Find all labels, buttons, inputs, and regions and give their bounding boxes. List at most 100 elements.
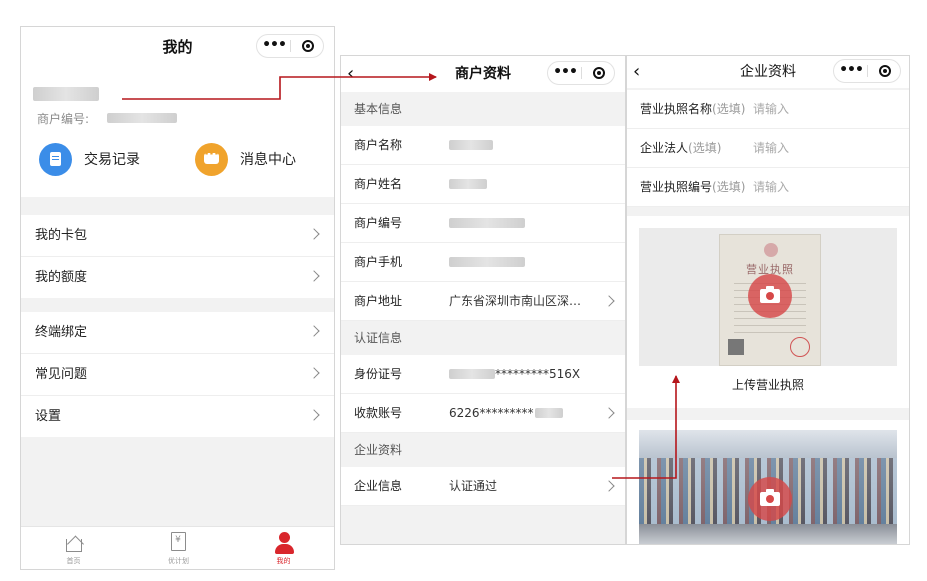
quick-action-messages[interactable]: 消息中心 [195, 141, 296, 177]
field-label: 营业执照编号(选填) [640, 180, 746, 194]
menu-group-settings: 终端绑定 常见问题 设置 [21, 312, 334, 437]
menu-item-label: 我的额度 [35, 270, 88, 285]
menu-item-terminal-binding[interactable]: 终端绑定 [21, 312, 334, 354]
mini-program-capsule[interactable]: ••• [833, 59, 901, 83]
menu-item-faq[interactable]: 常见问题 [21, 354, 334, 396]
row-key: 商户地址 [354, 294, 403, 308]
section-verification: 认证信息 [341, 321, 625, 355]
screen-company-info: ‹ 企业资料 ••• 营业执照名称(选填) 请输入 企业法人(选填) 请输入 营… [626, 55, 910, 545]
field-legal-person[interactable]: 企业法人(选填) 请输入 [627, 129, 909, 168]
upload-storefront-area[interactable] [639, 430, 897, 544]
navbar: 我的 ••• [21, 27, 334, 67]
upload-storefront-card [627, 420, 909, 544]
menu-item-settings[interactable]: 设置 [21, 396, 334, 437]
quick-action-label: 消息中心 [240, 152, 296, 168]
tab-bar: 首页 ¥ 优计划 我的 [21, 526, 334, 569]
more-icon[interactable]: ••• [257, 35, 291, 57]
row-key: 身份证号 [354, 367, 403, 381]
storefront-photo-ceiling [639, 430, 897, 458]
person-icon [273, 532, 295, 554]
camera-icon[interactable] [748, 477, 792, 521]
row-company-info[interactable]: 企业信息 认证通过 [341, 467, 625, 506]
row-key: 商户名称 [354, 138, 403, 152]
row-merchant-address[interactable]: 商户地址 广东省深圳市南山区深… [341, 282, 625, 321]
tab-label: 我的 [276, 557, 291, 565]
value-redacted [449, 218, 525, 228]
row-key: 收款账号 [354, 406, 403, 420]
row-receiving-account[interactable]: 收款账号 6226********* [341, 394, 625, 433]
close-target-icon[interactable] [879, 65, 891, 77]
merchant-no-redacted [107, 113, 177, 123]
field-license-name[interactable]: 营业执照名称(选填) 请输入 [627, 90, 909, 129]
close-target-icon[interactable] [302, 40, 314, 52]
menu-group-wallet: 我的卡包 我的额度 [21, 215, 334, 298]
upload-license-label: 上传营业执照 [731, 378, 804, 392]
license-name-input[interactable]: 请输入 [753, 90, 789, 128]
tab-mine[interactable]: 我的 [231, 527, 334, 569]
tab-plan[interactable]: ¥ 优计划 [126, 527, 231, 569]
tab-home[interactable]: 首页 [21, 527, 126, 569]
field-license-number[interactable]: 营业执照编号(选填) 请输入 [627, 168, 909, 207]
section-company: 企业资料 [341, 433, 625, 467]
home-icon [63, 532, 85, 554]
merchant-no-label: 商户编号: [37, 112, 90, 126]
quick-action-transactions[interactable]: 交易记录 [39, 141, 140, 177]
menu-item-label: 设置 [35, 409, 62, 424]
row-value: *********516X [495, 367, 581, 381]
value-redacted [449, 369, 495, 379]
chevron-right-icon [308, 270, 320, 282]
tab-label: 优计划 [168, 557, 189, 565]
more-icon[interactable]: ••• [834, 60, 868, 82]
tab-label: 首页 [66, 557, 81, 565]
chevron-right-icon [308, 409, 320, 421]
close-target-icon[interactable] [593, 67, 605, 79]
row-key: 商户手机 [354, 255, 403, 269]
menu-item-credit-limit[interactable]: 我的额度 [21, 257, 334, 298]
divider [581, 67, 582, 79]
legal-person-input[interactable]: 请输入 [753, 129, 789, 167]
camera-icon[interactable] [748, 274, 792, 318]
license-number-input[interactable]: 请输入 [753, 168, 789, 206]
merchant-info-list: 基本信息 商户名称 商户姓名 商户编号 商户手机 商户地址 广东省深圳市南山区深… [341, 92, 625, 506]
value-redacted [449, 179, 487, 189]
row-value: 6226********* [449, 406, 534, 420]
row-key: 商户姓名 [354, 177, 403, 191]
value-redacted [535, 408, 563, 418]
row-merchant-name: 商户名称 [341, 126, 625, 165]
quick-action-label: 交易记录 [84, 152, 140, 168]
mini-program-capsule[interactable]: ••• [256, 34, 324, 58]
chevron-right-icon [308, 228, 320, 240]
navbar: ‹ 商户资料 ••• [341, 56, 625, 92]
qr-code-icon [728, 339, 744, 355]
row-merchant-no: 商户编号 [341, 204, 625, 243]
emblem-icon [764, 243, 778, 257]
chevron-right-icon [603, 480, 615, 492]
storefront-photo-floor [639, 524, 897, 544]
row-key: 企业信息 [354, 479, 403, 493]
chat-icon [195, 142, 228, 176]
row-value: 认证通过 [449, 479, 498, 493]
chevron-right-icon [603, 407, 615, 419]
document-icon [39, 142, 72, 176]
navbar: ‹ 企业资料 ••• [627, 56, 909, 88]
value-redacted [449, 140, 493, 150]
screen-merchant-info: ‹ 商户资料 ••• 基本信息 商户名称 商户姓名 商户编号 商户手机 商户地址… [340, 55, 626, 545]
row-key: 商户编号 [354, 216, 403, 230]
chevron-right-icon [308, 325, 320, 337]
menu-item-label: 常见问题 [35, 367, 88, 382]
profile-card: 商户编号: 交易记录 消息中心 [21, 67, 334, 197]
divider [867, 65, 868, 77]
merchant-name-redacted [33, 87, 99, 101]
chevron-right-icon [308, 367, 320, 379]
more-icon[interactable]: ••• [548, 62, 582, 84]
menu-item-card-pack[interactable]: 我的卡包 [21, 215, 334, 257]
mini-program-capsule[interactable]: ••• [547, 61, 615, 85]
field-label: 营业执照名称(选填) [640, 102, 746, 116]
upload-license-card: 营业执照 上传营业执照 [627, 216, 909, 408]
divider [290, 40, 291, 52]
row-merchant-person: 商户姓名 [341, 165, 625, 204]
upload-license-area[interactable]: 营业执照 [639, 228, 897, 366]
row-merchant-phone: 商户手机 [341, 243, 625, 282]
value-redacted [449, 257, 525, 267]
menu-item-label: 终端绑定 [35, 325, 88, 340]
